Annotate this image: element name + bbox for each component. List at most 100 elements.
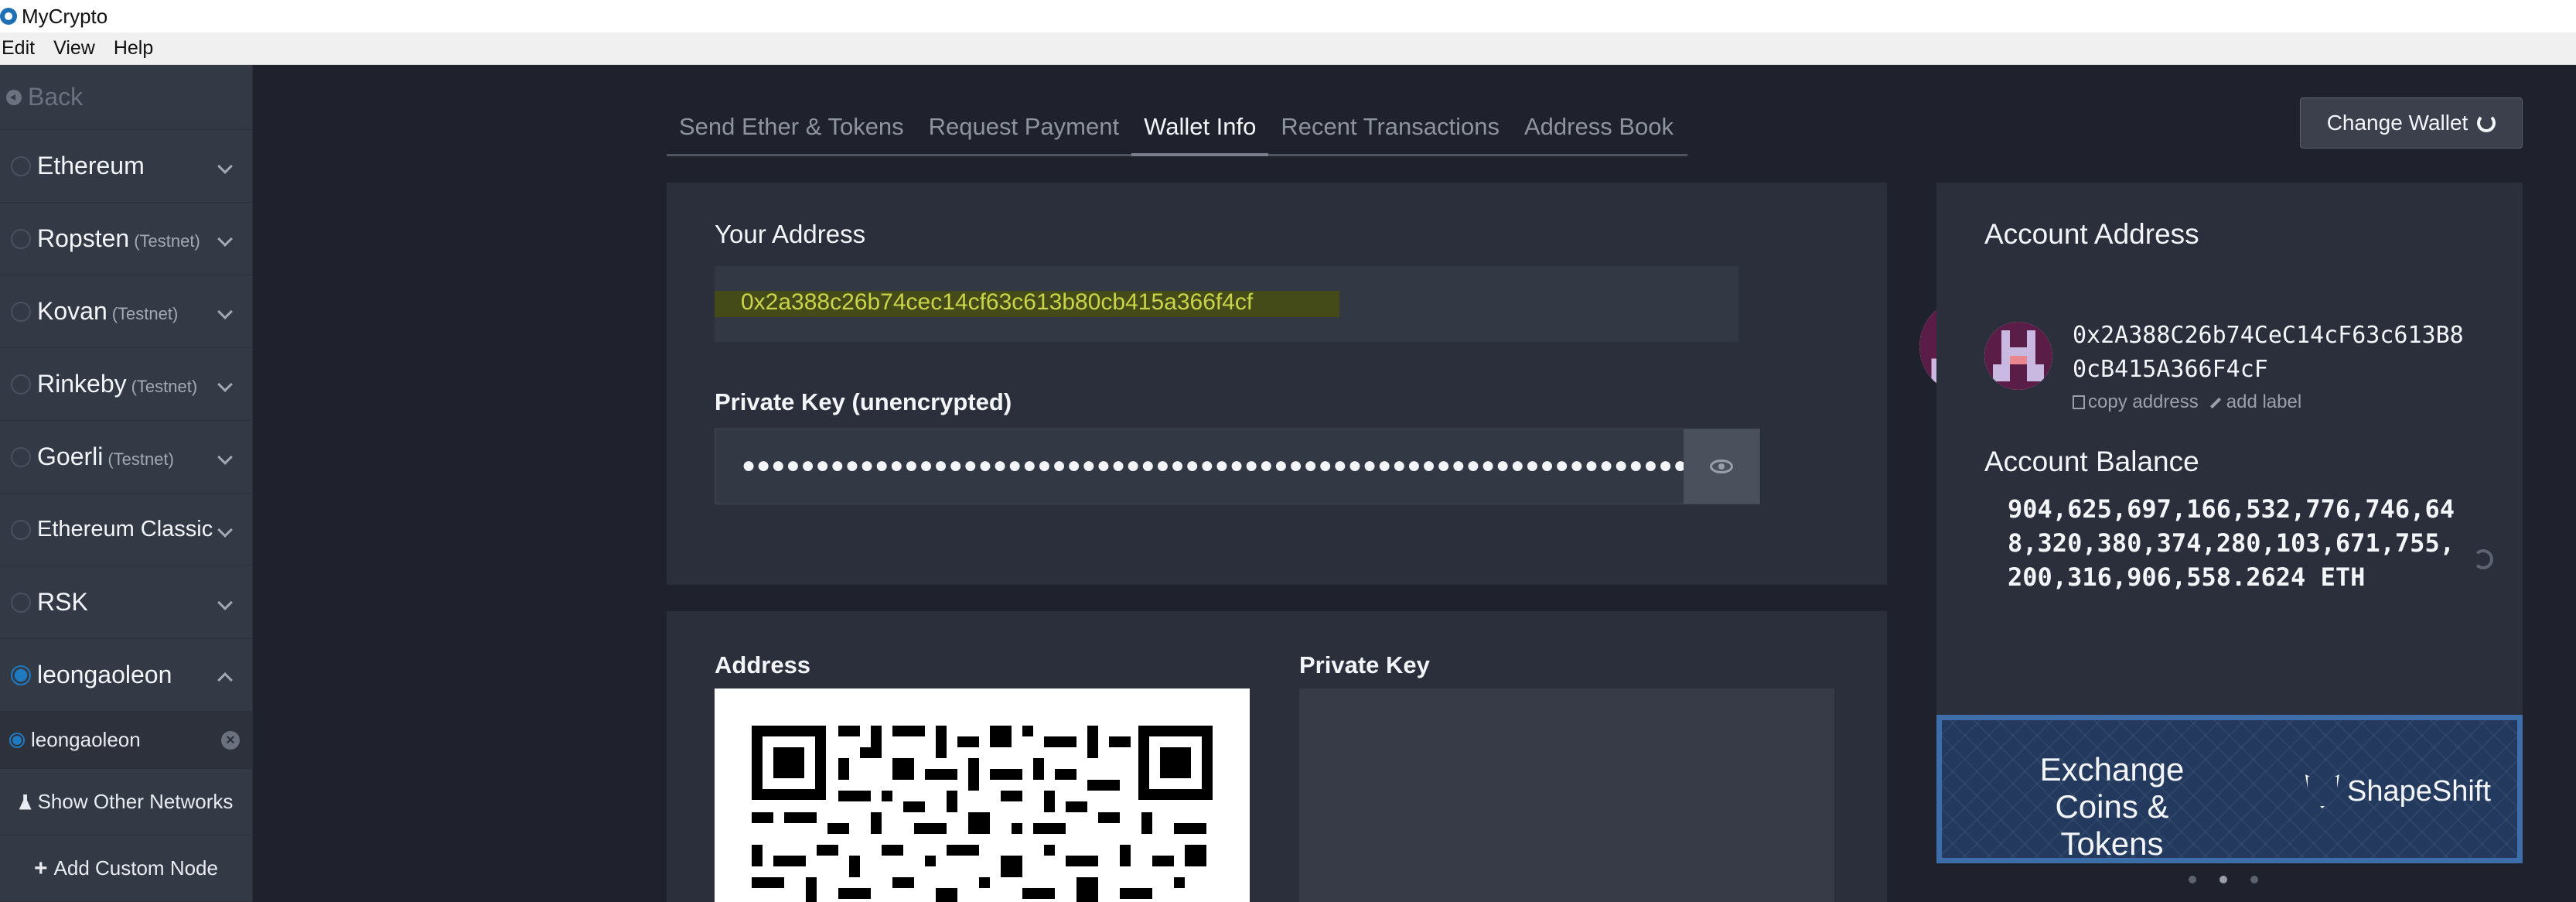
add-custom-node-label: Add Custom Node [53,856,218,880]
menu-view[interactable]: View [52,37,104,60]
private-key-masked[interactable]: ●●●●●●●●●●●●●●●●●●●●●●●●●●●●●●●●●●●●●●●●… [742,453,1688,479]
tab-wallet-info[interactable]: Wallet Info [1131,104,1269,156]
address-field[interactable]: 0x2a388c26b74cec14cf63c613b80cb415a366f4… [715,266,1738,342]
mycrypto-logo-icon [0,8,17,25]
carousel-dot[interactable] [2189,876,2196,883]
change-wallet-label: Change Wallet [2326,111,2469,135]
address-qr-code [715,688,1250,902]
network-tag: (Testnet) [107,449,174,469]
account-balance-value: 904,625,697,166,532,776,746,648,320,380,… [2008,494,2455,592]
back-button[interactable]: Back [0,65,252,130]
account-actions: copy address add label [2073,391,2301,413]
show-other-networks-button[interactable]: Show Other Networks [0,769,252,835]
network-name: Ethereum Classic [37,517,213,542]
copy-address-link[interactable]: copy address [2073,391,2199,413]
title-bar: MyCrypto [0,0,2576,32]
tab-recent-transactions[interactable]: Recent Transactions [1268,104,1512,156]
network-tag: (Testnet) [131,376,198,396]
radio-icon[interactable] [11,592,31,613]
shapeshift-brand: ShapeShift [2347,774,2491,808]
address-value[interactable]: 0x2a388c26b74cec14cf63c613b80cb415a366f4… [741,289,1253,316]
network-rsk[interactable]: RSK [0,566,252,639]
add-custom-node-button[interactable]: + Add Custom Node [0,835,252,902]
pencil-icon [2209,397,2221,409]
carousel-dots [2189,876,2258,883]
network-ethereum-classic[interactable]: Ethereum Classic [0,494,252,566]
account-address-title: Account Address [1984,218,2199,250]
account-address-value[interactable]: 0x2A388C26b74CeC14cF63c613B80cB415A366F4… [2073,319,2475,387]
radio-icon[interactable] [11,301,31,322]
chevron-down-icon[interactable] [217,377,233,392]
network-kovan[interactable]: Kovan (Testnet) [0,275,252,348]
chevron-down-icon[interactable] [217,304,233,319]
copy-address-label: copy address [2088,391,2199,412]
network-ethereum[interactable]: Ethereum [0,130,252,203]
radio-icon[interactable] [11,446,31,467]
network-tag: (Testnet) [134,231,200,251]
chevron-down-icon[interactable] [217,159,233,174]
window-title: MyCrypto [22,4,108,28]
shapeshift-promo-banner[interactable]: Exchange Coins & Tokens ShapeShift [1936,715,2523,863]
network-name: Kovan [37,297,107,325]
change-wallet-button[interactable]: Change Wallet [2300,97,2523,149]
back-label: Back [28,83,84,111]
refresh-balance-icon[interactable] [2473,549,2493,569]
radio-icon[interactable] [11,374,31,395]
network-name: Ropsten [37,224,130,252]
menu-edit[interactable]: Edit [0,37,44,60]
tab-send[interactable]: Send Ether & Tokens [667,104,916,156]
carousel-dot-active[interactable] [2219,876,2227,883]
copy-icon [2073,395,2085,409]
network-name: RSK [37,588,88,616]
eye-icon [1710,460,1733,473]
network-name: Goerli [37,442,104,470]
your-address-label: Your Address [715,220,866,248]
network-name: Ethereum [37,152,145,179]
chevron-down-icon[interactable] [217,449,233,465]
add-label-link[interactable]: add label [2209,391,2301,413]
radio-selected-icon[interactable] [11,665,31,685]
carousel-dot[interactable] [2250,876,2258,883]
account-identicon-icon [1984,322,2052,390]
toggle-visibility-button[interactable] [1684,429,1759,504]
remove-node-icon[interactable]: × [221,731,240,750]
network-name: Rinkeby [37,370,127,398]
tab-address-book[interactable]: Address Book [1512,104,1686,156]
tab-request-payment[interactable]: Request Payment [916,104,1131,156]
network-name: leongaoleon [37,661,172,688]
wallet-info-card: Your Address 0x2a388c26b74cec14cf63c613b… [667,183,2015,585]
promo-text: Exchange Coins & Tokens [2039,751,2185,862]
show-other-networks-label: Show Other Networks [37,790,234,813]
network-ropsten[interactable]: Ropsten (Testnet) [0,203,252,275]
radio-selected-icon[interactable] [9,732,25,748]
main-content: Send Ether & Tokens Request Payment Wall… [253,65,2576,902]
refresh-icon [2477,114,2496,132]
node-item[interactable]: leongaoleon × [0,712,252,769]
radio-icon[interactable] [11,228,31,249]
radio-icon[interactable] [11,519,31,540]
private-key-label: Private Key (unencrypted) [715,388,1012,415]
wallet-tabs: Send Ether & Tokens Request Payment Wall… [667,104,1687,156]
chevron-down-icon[interactable] [217,231,233,247]
qr-address-label: Address [715,651,811,678]
add-label-label: add label [2226,391,2302,412]
network-rinkeby[interactable]: Rinkeby (Testnet) [0,348,252,421]
chevron-down-icon[interactable] [217,595,233,610]
network-leongaoleon[interactable]: leongaoleon [0,639,252,712]
private-key-field[interactable]: ●●●●●●●●●●●●●●●●●●●●●●●●●●●●●●●●●●●●●●●●… [715,429,1760,504]
radio-icon[interactable] [11,155,31,176]
account-balance-title: Account Balance [1984,446,2199,477]
shapeshift-logo: ShapeShift [2305,774,2491,808]
chevron-up-icon[interactable] [217,672,233,688]
private-key-qr-placeholder [1299,688,1834,902]
flask-icon [19,794,32,810]
account-card: Account Address 0x2A388C26b74CeC14cF63c6… [1936,183,2523,753]
network-goerli[interactable]: Goerli (Testnet) [0,421,252,494]
back-arrow-icon [6,89,22,105]
node-name: leongaoleon [31,728,141,751]
chevron-down-icon[interactable] [217,522,233,538]
qr-private-key-label: Private Key [1299,651,1430,678]
shapeshift-fox-icon [2305,774,2339,808]
plus-icon: + [34,855,48,881]
menu-help[interactable]: Help [112,37,162,60]
